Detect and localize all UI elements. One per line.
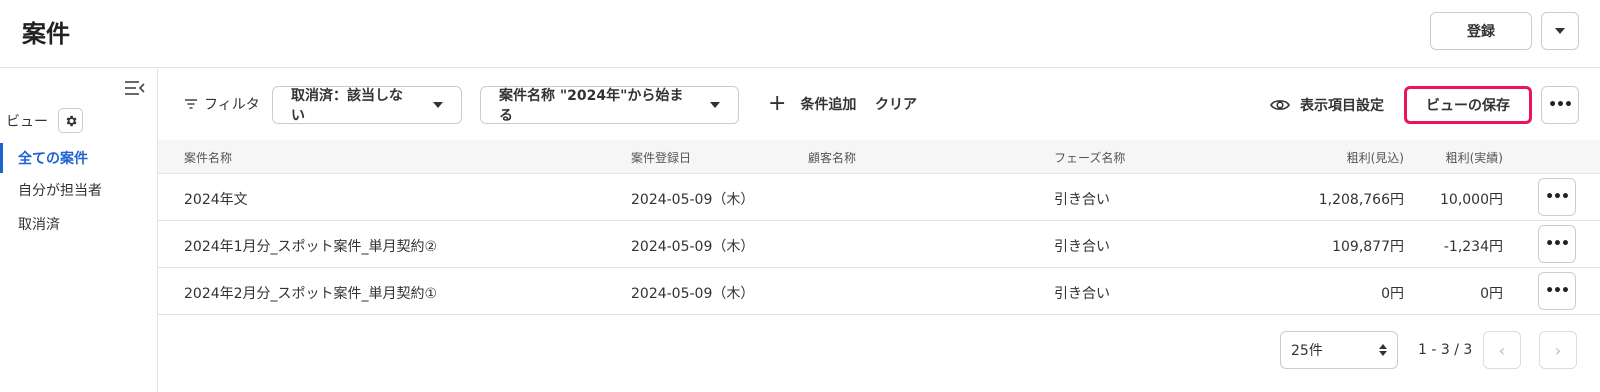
filter-icon	[185, 99, 197, 109]
filter-case-name-chip[interactable]: 案件名称 "2024年"から始まる	[480, 86, 739, 124]
chevron-right-icon: ›	[1554, 340, 1562, 360]
cell-gross-actual: 10,000円	[1440, 192, 1503, 208]
cell-case-name[interactable]: 2024年1月分_スポット案件_単月契約②	[184, 236, 437, 256]
register-button[interactable]: 登録	[1430, 12, 1532, 50]
column-header-phase-name[interactable]: フェーズ名称	[1054, 149, 1125, 166]
display-settings-label: 表示項目設定	[1300, 98, 1384, 114]
more-horizontal-icon: •••	[1545, 283, 1570, 299]
cell-registered-date: 2024-05-09（木）	[631, 192, 755, 208]
chevron-down-icon	[710, 102, 720, 108]
chevron-left-icon: ‹	[1498, 340, 1506, 360]
updown-icon	[1379, 344, 1387, 356]
prev-page-button[interactable]: ‹	[1483, 331, 1521, 369]
table-row[interactable]: 2024年2月分_スポット案件_単月契約① 2024-05-09（木） 引き合い…	[158, 268, 1600, 315]
active-indicator	[0, 143, 3, 173]
filter-chip-label: 案件名称 "2024年"から始まる	[499, 88, 684, 124]
sidebar-item-cancelled[interactable]: 取消済	[18, 214, 60, 234]
column-header-gross-actual[interactable]: 粗利(実績)	[1423, 149, 1503, 166]
cell-case-name[interactable]: 2024年2月分_スポット案件_単月契約①	[184, 283, 437, 303]
per-page-select[interactable]: 25件	[1280, 331, 1398, 369]
add-condition-button[interactable]: + 条件追加	[768, 91, 857, 116]
cell-gross-actual: -1,234円	[1443, 239, 1503, 255]
add-condition-label: 条件追加	[800, 97, 857, 113]
more-horizontal-icon: •••	[1545, 236, 1570, 252]
page-header: 案件 登録	[0, 0, 1600, 68]
cell-case-name[interactable]: 2024年文	[184, 189, 248, 209]
filter-chip-label: 取消済：該当しない	[291, 88, 403, 124]
more-options-button[interactable]: •••	[1541, 86, 1579, 124]
filter-label: フィルタ	[204, 97, 260, 113]
row-more-button[interactable]: •••	[1538, 272, 1576, 310]
table-header: 案件名称 案件登録日 顧客名称 フェーズ名称 粗利(見込) 粗利(実績)	[158, 140, 1600, 174]
sidebar: ビュー 全ての案件 自分が担当者 取消済	[0, 68, 158, 392]
filter-toggle[interactable]: フィルタ	[184, 94, 260, 114]
column-header-customer-name[interactable]: 顧客名称	[808, 149, 856, 166]
column-header-case-name[interactable]: 案件名称	[184, 149, 232, 166]
chevron-down-icon	[433, 102, 443, 108]
display-settings-button[interactable]: 表示項目設定	[1270, 95, 1384, 115]
register-dropdown-button[interactable]	[1541, 12, 1579, 50]
table-row[interactable]: 2024年1月分_スポット案件_単月契約② 2024-05-09（木） 引き合い…	[158, 221, 1600, 268]
page-range: 1 - 3 / 3	[1418, 342, 1473, 358]
cell-phase-name: 引き合い	[1054, 286, 1110, 302]
sidebar-item-all-cases[interactable]: 全ての案件	[18, 148, 88, 168]
next-page-button[interactable]: ›	[1539, 331, 1577, 369]
sidebar-item-my-cases[interactable]: 自分が担当者	[18, 180, 102, 200]
cell-registered-date: 2024-05-09（木）	[631, 239, 755, 255]
cell-phase-name: 引き合い	[1054, 239, 1110, 255]
view-settings-button[interactable]	[58, 108, 83, 133]
plus-icon: +	[768, 91, 787, 116]
save-view-button[interactable]: ビューの保存	[1404, 86, 1532, 124]
clear-filters-button[interactable]: クリア	[875, 94, 917, 114]
more-horizontal-icon: •••	[1545, 189, 1570, 205]
gear-icon	[66, 115, 77, 126]
filter-cancelled-chip[interactable]: 取消済：該当しない	[272, 86, 462, 124]
chevron-down-icon	[1555, 28, 1565, 34]
row-more-button[interactable]: •••	[1538, 225, 1576, 263]
cell-gross-actual: 0円	[1480, 286, 1503, 302]
more-horizontal-icon: •••	[1548, 97, 1573, 113]
column-header-registered-date[interactable]: 案件登録日	[631, 149, 691, 166]
cell-registered-date: 2024-05-09（木）	[631, 286, 755, 302]
row-more-button[interactable]: •••	[1538, 178, 1576, 216]
cell-phase-name: 引き合い	[1054, 192, 1110, 208]
table-row[interactable]: 2024年文 2024-05-09（木） 引き合い 1,208,766円 10,…	[158, 174, 1600, 221]
per-page-value: 25件	[1291, 343, 1323, 359]
view-label: ビュー	[6, 114, 48, 130]
column-header-gross-expected[interactable]: 粗利(見込)	[1324, 149, 1404, 166]
page-title: 案件	[22, 20, 70, 48]
collapse-sidebar-icon[interactable]	[125, 80, 145, 96]
eye-icon	[1270, 100, 1290, 110]
